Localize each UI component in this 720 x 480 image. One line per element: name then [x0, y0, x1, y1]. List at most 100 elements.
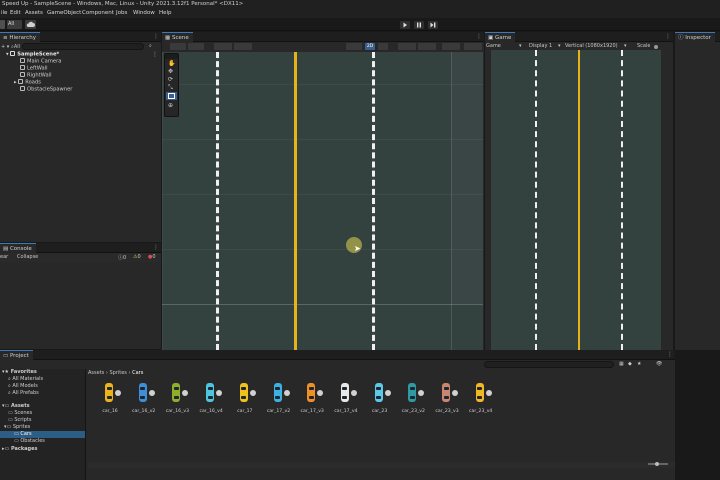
list-item[interactable]: ⌕ All Models [8, 383, 38, 390]
expand-sprite-icon[interactable] [148, 390, 155, 396]
hierarchy-search-input[interactable] [22, 43, 144, 50]
favorites-header[interactable]: ▾★ Favorites [2, 369, 37, 376]
play-button[interactable] [400, 21, 410, 29]
expand-sprite-icon[interactable] [317, 390, 324, 396]
tab-hierarchy[interactable]: ≡ Hierarchy [0, 32, 40, 42]
expand-sprite-icon[interactable] [418, 390, 425, 396]
expand-sprite-icon[interactable] [350, 390, 357, 396]
cloud-button[interactable] [25, 20, 36, 29]
gizmos-dropdown[interactable] [464, 43, 482, 50]
favorite-icon[interactable]: ★ [637, 361, 641, 367]
collab-dropdown[interactable]: All [7, 20, 22, 29]
tab-game[interactable]: ▣ Game [485, 32, 516, 42]
packages-folder[interactable]: ▸▭ Packages [2, 446, 38, 453]
warning-toggle[interactable]: ⚠0 [133, 254, 141, 260]
grid-snap-dropdown[interactable] [214, 43, 232, 50]
asset-item[interactable]: car_23_v2 [393, 380, 427, 420]
asset-item[interactable]: car_17_v3 [292, 380, 326, 420]
menu-edit[interactable]: Edit [10, 9, 21, 18]
menu-window[interactable]: Window [133, 9, 155, 18]
expand-sprite-icon[interactable] [249, 390, 256, 396]
menu-component[interactable]: Component [82, 9, 114, 18]
expand-sprite-icon[interactable] [115, 390, 121, 396]
transform-tool-icon[interactable]: ⊕ [168, 102, 173, 109]
game-viewport[interactable] [491, 50, 661, 350]
game-view-select[interactable]: Game [486, 43, 501, 49]
rotate-tool-icon[interactable]: ⟳ [168, 76, 173, 83]
mode-2d-toggle[interactable]: 2D [365, 43, 375, 50]
list-item[interactable]: ▭ Scripts [8, 417, 31, 424]
asset-item[interactable]: car_17 [225, 380, 259, 420]
expand-sprite-icon[interactable] [283, 390, 290, 396]
list-item[interactable]: ▭ Scenes [8, 410, 32, 417]
draw-mode-dropdown[interactable] [170, 43, 186, 50]
breadcrumb-item[interactable]: Sprites [109, 370, 126, 376]
scale-tool-icon[interactable]: ⤡ [168, 84, 173, 92]
resolution-select[interactable]: Vertical (1080x1920) [565, 43, 618, 49]
expand-sprite-icon[interactable] [485, 390, 492, 396]
assets-folder[interactable]: ▾▭ Assets [2, 403, 30, 410]
menu-file[interactable]: ile [1, 9, 7, 18]
shading-dropdown[interactable] [188, 43, 204, 50]
snap-dropdown[interactable] [234, 43, 252, 50]
audio-toggle[interactable] [398, 43, 416, 50]
tab-scene[interactable]: ▦ Scene [162, 32, 193, 42]
breadcrumb-item[interactable]: Cars [132, 370, 143, 376]
account-button[interactable] [0, 20, 5, 29]
asset-item[interactable]: car_16_v3 [157, 380, 191, 420]
search-options-icon[interactable]: ⌕ [149, 43, 152, 49]
expand-sprite-icon[interactable] [384, 390, 391, 396]
rect-tool-button[interactable] [166, 92, 177, 100]
menu-jobs[interactable]: Jobs [116, 9, 127, 18]
overlay-grip[interactable] [165, 54, 178, 59]
pause-button[interactable] [414, 21, 424, 29]
list-item[interactable]: RightWall [20, 72, 52, 79]
asset-item[interactable]: car_16_v4 [191, 380, 225, 420]
list-item[interactable]: ▾▭ Sprites [4, 424, 30, 431]
list-item[interactable]: ▭ Obstacles [14, 438, 45, 445]
asset-item[interactable]: car_23_v4 [461, 380, 495, 420]
asset-item[interactable]: car_17_v2 [259, 380, 293, 420]
log-toggle[interactable]: ⓘ0 [118, 254, 126, 261]
filter-type-icon[interactable]: ▦ [619, 361, 624, 367]
tab-inspector[interactable]: ⓘ Inspector [675, 32, 715, 42]
lighting-toggle[interactable] [378, 43, 388, 50]
add-button[interactable]: + ▾ [1, 44, 9, 50]
asset-item[interactable]: car_23_v3 [427, 380, 461, 420]
move-tool-icon[interactable]: ✥ [168, 68, 173, 75]
list-item[interactable]: ▸ Roads [14, 79, 41, 86]
tab-console[interactable]: ▤ Console [0, 243, 36, 253]
error-toggle[interactable]: ●0 [148, 254, 156, 260]
list-item[interactable]: LeftWall [20, 65, 48, 72]
menu-gameobject[interactable]: GameObject [47, 9, 81, 18]
clear-button[interactable]: ear [0, 254, 8, 260]
hierarchy-menu-icon[interactable]: ⋮ [153, 33, 159, 41]
scene-menu-icon[interactable]: ⋮ [476, 33, 482, 41]
fx-dropdown[interactable] [418, 43, 436, 50]
render-dropdown[interactable] [346, 43, 362, 50]
asset-item[interactable]: car_23 [360, 380, 394, 420]
expand-sprite-icon[interactable] [452, 390, 458, 396]
expand-sprite-icon[interactable] [216, 390, 223, 396]
project-search-input[interactable] [484, 361, 614, 368]
hidden-packages-icon[interactable]: 👁 [656, 361, 662, 367]
filter-label-icon[interactable]: ◆ [628, 361, 632, 367]
list-item[interactable]: ObstacleSpawner [20, 86, 72, 93]
zoom-slider-thumb[interactable] [655, 462, 659, 466]
display-select[interactable]: Display 1 [529, 43, 552, 49]
camera-dropdown[interactable] [442, 43, 460, 50]
expand-sprite-icon[interactable] [182, 390, 189, 396]
game-menu-icon[interactable]: ⋮ [665, 33, 671, 41]
scene-menu-icon[interactable]: ⋮ [152, 51, 158, 58]
breadcrumb-item[interactable]: Assets [88, 370, 104, 376]
hand-tool-icon[interactable]: ✋ [168, 60, 175, 67]
scene-root[interactable]: ▾ SampleScene* [6, 51, 59, 58]
list-item[interactable]: ▭ Cars [14, 431, 32, 438]
list-item[interactable]: ⌕ All Prefabs [8, 390, 39, 397]
list-item[interactable]: ⌕ All Materials [8, 376, 43, 383]
list-item[interactable]: Main Camera [20, 58, 61, 65]
asset-item[interactable]: car_17_v4 [326, 380, 360, 420]
step-button[interactable] [428, 21, 438, 29]
menu-assets[interactable]: Assets [25, 9, 43, 18]
collapse-button[interactable]: Collapse [17, 254, 38, 260]
